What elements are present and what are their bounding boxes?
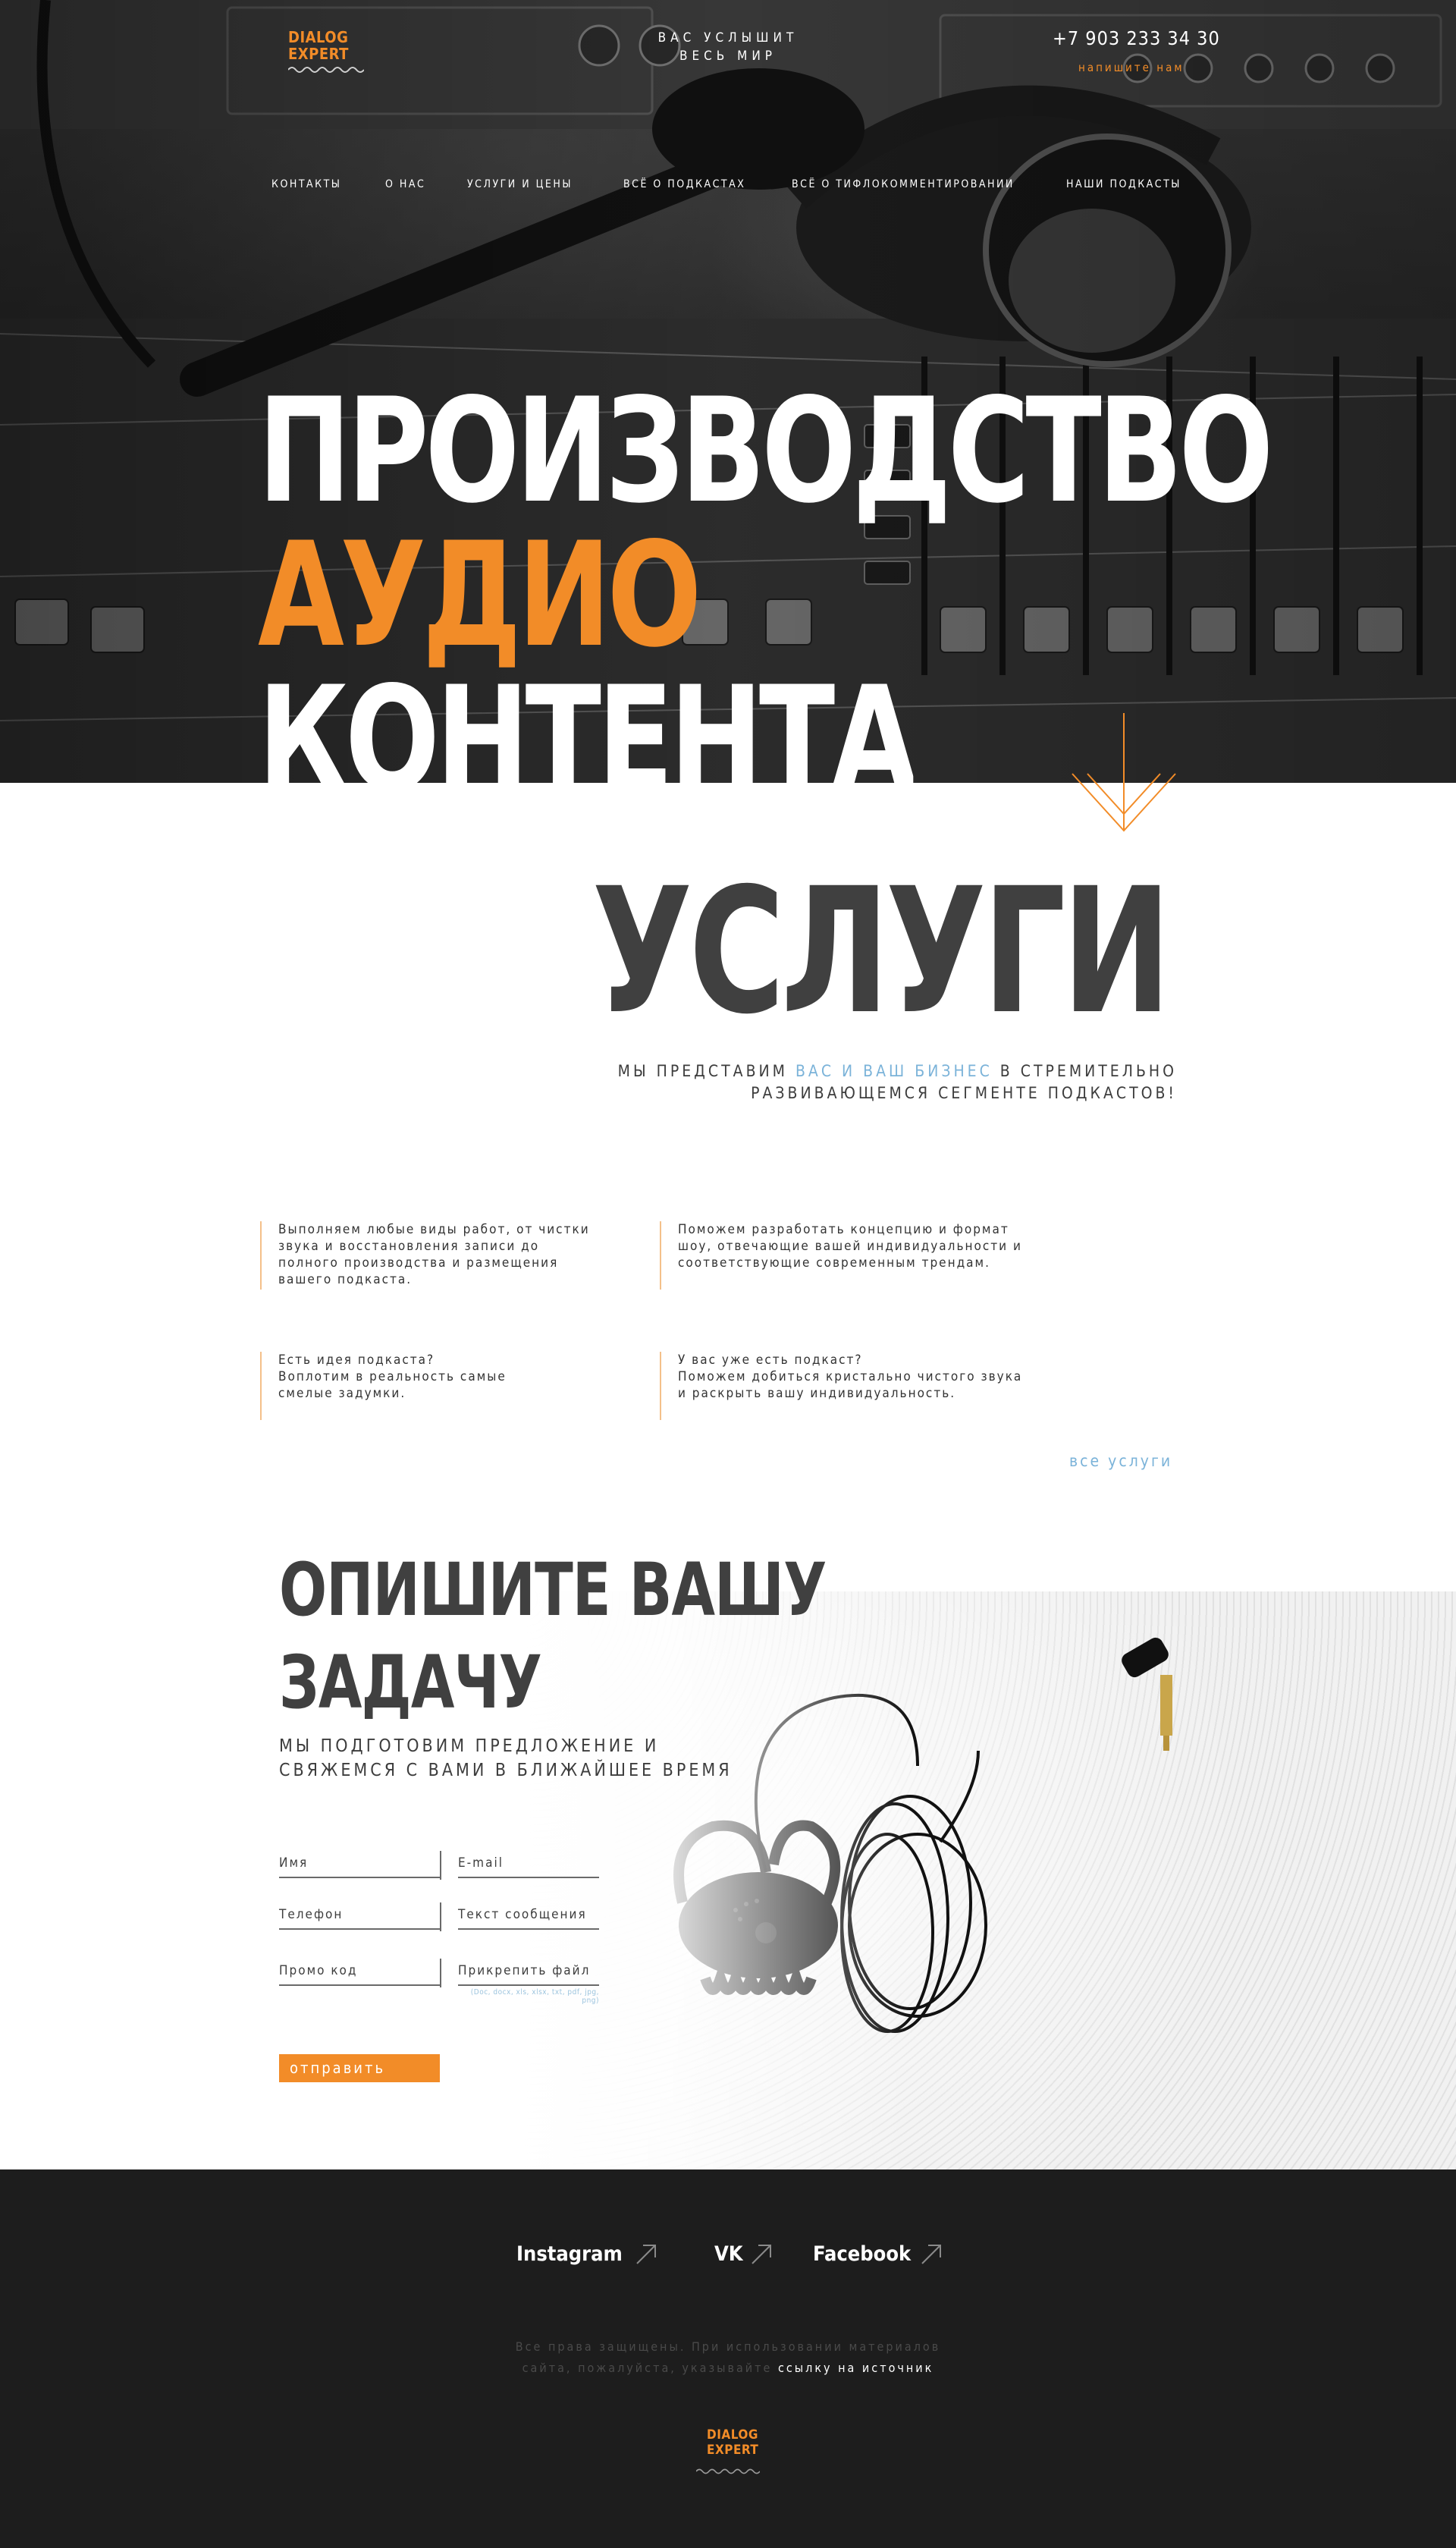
tagline-line-2: ВЕСЬ МИР xyxy=(679,49,777,64)
form-background-fade xyxy=(516,1591,910,2169)
promo-code-field[interactable]: Промо код xyxy=(279,1963,440,1986)
header-logo[interactable]: DIALOG EXPERT xyxy=(288,29,364,74)
subtitle-text-b: В СТРЕМИТЕЛЬНО xyxy=(992,1062,1177,1080)
services-title: УСЛУГИ xyxy=(592,850,1172,1052)
header-phone[interactable]: +7 903 233 34 30 xyxy=(1053,27,1220,49)
field-separator xyxy=(440,1902,441,1931)
all-services-link[interactable]: все услуги xyxy=(1069,1452,1172,1470)
service-item-text: Есть идея подкаста? xyxy=(278,1353,435,1368)
service-item-text: соответствующие современным трендам. xyxy=(678,1255,990,1271)
header-tagline: ВАС УСЛЫШИТ ВЕСЬ МИР xyxy=(614,29,842,65)
service-item-text: шоу, отвечающие вашей индивидуальности и xyxy=(678,1239,1022,1254)
field-separator xyxy=(440,1851,441,1880)
service-item-text: звука и восстановления записи до xyxy=(278,1239,540,1254)
service-item: Есть идея подкаста? Воплотим в реальност… xyxy=(260,1352,624,1420)
hero-title-line-2: АУДИО xyxy=(258,511,701,679)
copyright-line-2: сайта, пожалуйста, указывайте ссылку на … xyxy=(349,2358,1107,2379)
footer-logo-line-1: DIALOG xyxy=(707,2427,758,2443)
service-item-text: полного производства и размещения xyxy=(278,1255,559,1271)
hero-title-line-1: ПРОИЗВОДСТВО xyxy=(258,367,1273,535)
nav-our-podcasts[interactable]: НАШИ ПОДКАСТЫ xyxy=(1066,178,1181,190)
message-field[interactable]: Текст сообщения xyxy=(458,1907,599,1930)
vk-link[interactable]: VK xyxy=(714,2242,743,2266)
service-item: Выполняем любые виды работ, от чистки зв… xyxy=(260,1221,624,1290)
service-item-text: Поможем добиться кристально чистого звук… xyxy=(678,1369,1023,1384)
form-title-line-1: ОПИШИТЕ ВАШУ xyxy=(279,1547,827,1632)
file-types-note: (Doc, docx, xls, xlsx, txt, pdf, jpg, pn… xyxy=(470,1988,599,2005)
phone-field[interactable]: Телефон xyxy=(279,1907,440,1930)
logo-line-1: DIALOG xyxy=(288,28,349,46)
nav-about-audio-description[interactable]: ВСЁ О ТИФЛОКОММЕНТИРОВАНИИ xyxy=(792,178,1015,190)
submit-button[interactable]: отправить xyxy=(279,2054,440,2082)
arrow-up-right-icon[interactable] xyxy=(921,2244,942,2265)
scroll-down-arrow-icon[interactable] xyxy=(1071,713,1177,834)
service-item-text: Поможем разработать концепцию и формат xyxy=(678,1222,1009,1237)
logo-wave-icon xyxy=(288,67,364,73)
copyright-text-b: сайта, пожалуйста, указывайте xyxy=(522,2361,778,2375)
nav-services-prices[interactable]: УСЛУГИ И ЦЕНЫ xyxy=(467,178,573,190)
service-item-text: вашего подкаста. xyxy=(278,1272,413,1287)
form-subtitle-line-1: МЫ ПОДГОТОВИМ ПРЕДЛОЖЕНИЕ И xyxy=(279,1736,660,1756)
subtitle-highlight: ВАС И ВАШ БИЗНЕС xyxy=(795,1062,993,1080)
arrow-up-right-icon[interactable] xyxy=(751,2244,772,2265)
footer: Instagram VK Facebook Все права защищены… xyxy=(0,2169,1456,2548)
services-subtitle: МЫ ПРЕДСТАВИМ ВАС И ВАШ БИЗНЕС В СТРЕМИТ… xyxy=(494,1060,1177,1104)
form-subtitle-line-2: СВЯЖЕМСЯ С ВАМИ В БЛИЖАЙШЕЕ ВРЕМЯ xyxy=(279,1761,733,1780)
services-subtitle-line-2: РАЗВИВАЮЩЕМСЯ СЕГМЕНТЕ ПОДКАСТОВ! xyxy=(751,1084,1177,1102)
nav-contacts[interactable]: КОНТАКТЫ xyxy=(271,178,341,190)
field-separator xyxy=(440,1959,441,1987)
footer-logo-line-2: EXPERT xyxy=(707,2443,759,2458)
email-field[interactable]: E-mail xyxy=(458,1855,599,1878)
name-field[interactable]: Имя xyxy=(279,1855,440,1878)
footer-logo[interactable]: DIALOG EXPERT xyxy=(707,2427,759,2458)
logo-wave-icon xyxy=(696,2468,760,2474)
write-us-link[interactable]: напишите нам xyxy=(1078,61,1185,74)
hero-title-line-3: КОНТЕНТА xyxy=(258,668,914,783)
instagram-link[interactable]: Instagram xyxy=(516,2242,623,2266)
service-item-text: и раскрыть вашу индивидуальность. xyxy=(678,1386,956,1401)
copyright-text: Все права защищены. При использовании ма… xyxy=(349,2336,1107,2379)
tagline-line-1: ВАС УСЛЫШИТ xyxy=(657,30,799,46)
form-title-line-2: ЗАДАЧУ xyxy=(279,1640,542,1725)
attach-file-button[interactable]: Прикрепить файл xyxy=(458,1963,599,1986)
services-subtitle-line-1: МЫ ПРЕДСТАВИМ ВАС И ВАШ БИЗНЕС В СТРЕМИТ… xyxy=(494,1060,1177,1082)
source-link[interactable]: ссылку на источник xyxy=(778,2361,934,2375)
copyright-line-1: Все права защищены. При использовании ма… xyxy=(515,2339,941,2354)
service-item: У вас уже есть подкаст? Поможем добиться… xyxy=(660,1352,1054,1420)
service-item-text: У вас уже есть подкаст? xyxy=(678,1353,863,1368)
logo-line-2: EXPERT xyxy=(288,45,349,63)
service-item-text: смелые задумки. xyxy=(278,1386,406,1401)
subtitle-text-a: МЫ ПРЕДСТАВИМ xyxy=(617,1062,795,1080)
service-item-text: Воплотим в реальность самые xyxy=(278,1369,507,1384)
form-subtitle: МЫ ПОДГОТОВИМ ПРЕДЛОЖЕНИЕ И СВЯЖЕМСЯ С В… xyxy=(279,1734,733,1783)
nav-about[interactable]: О НАС xyxy=(385,178,425,190)
facebook-link[interactable]: Facebook xyxy=(813,2242,911,2266)
nav-about-podcasts[interactable]: ВСЁ О ПОДКАСТАХ xyxy=(623,178,745,190)
service-item-text: Выполняем любые виды работ, от чистки xyxy=(278,1222,590,1237)
audio-jack-image xyxy=(1122,1637,1172,1751)
service-item: Поможем разработать концепцию и формат ш… xyxy=(660,1221,1054,1290)
arrow-up-right-icon[interactable] xyxy=(635,2244,657,2265)
